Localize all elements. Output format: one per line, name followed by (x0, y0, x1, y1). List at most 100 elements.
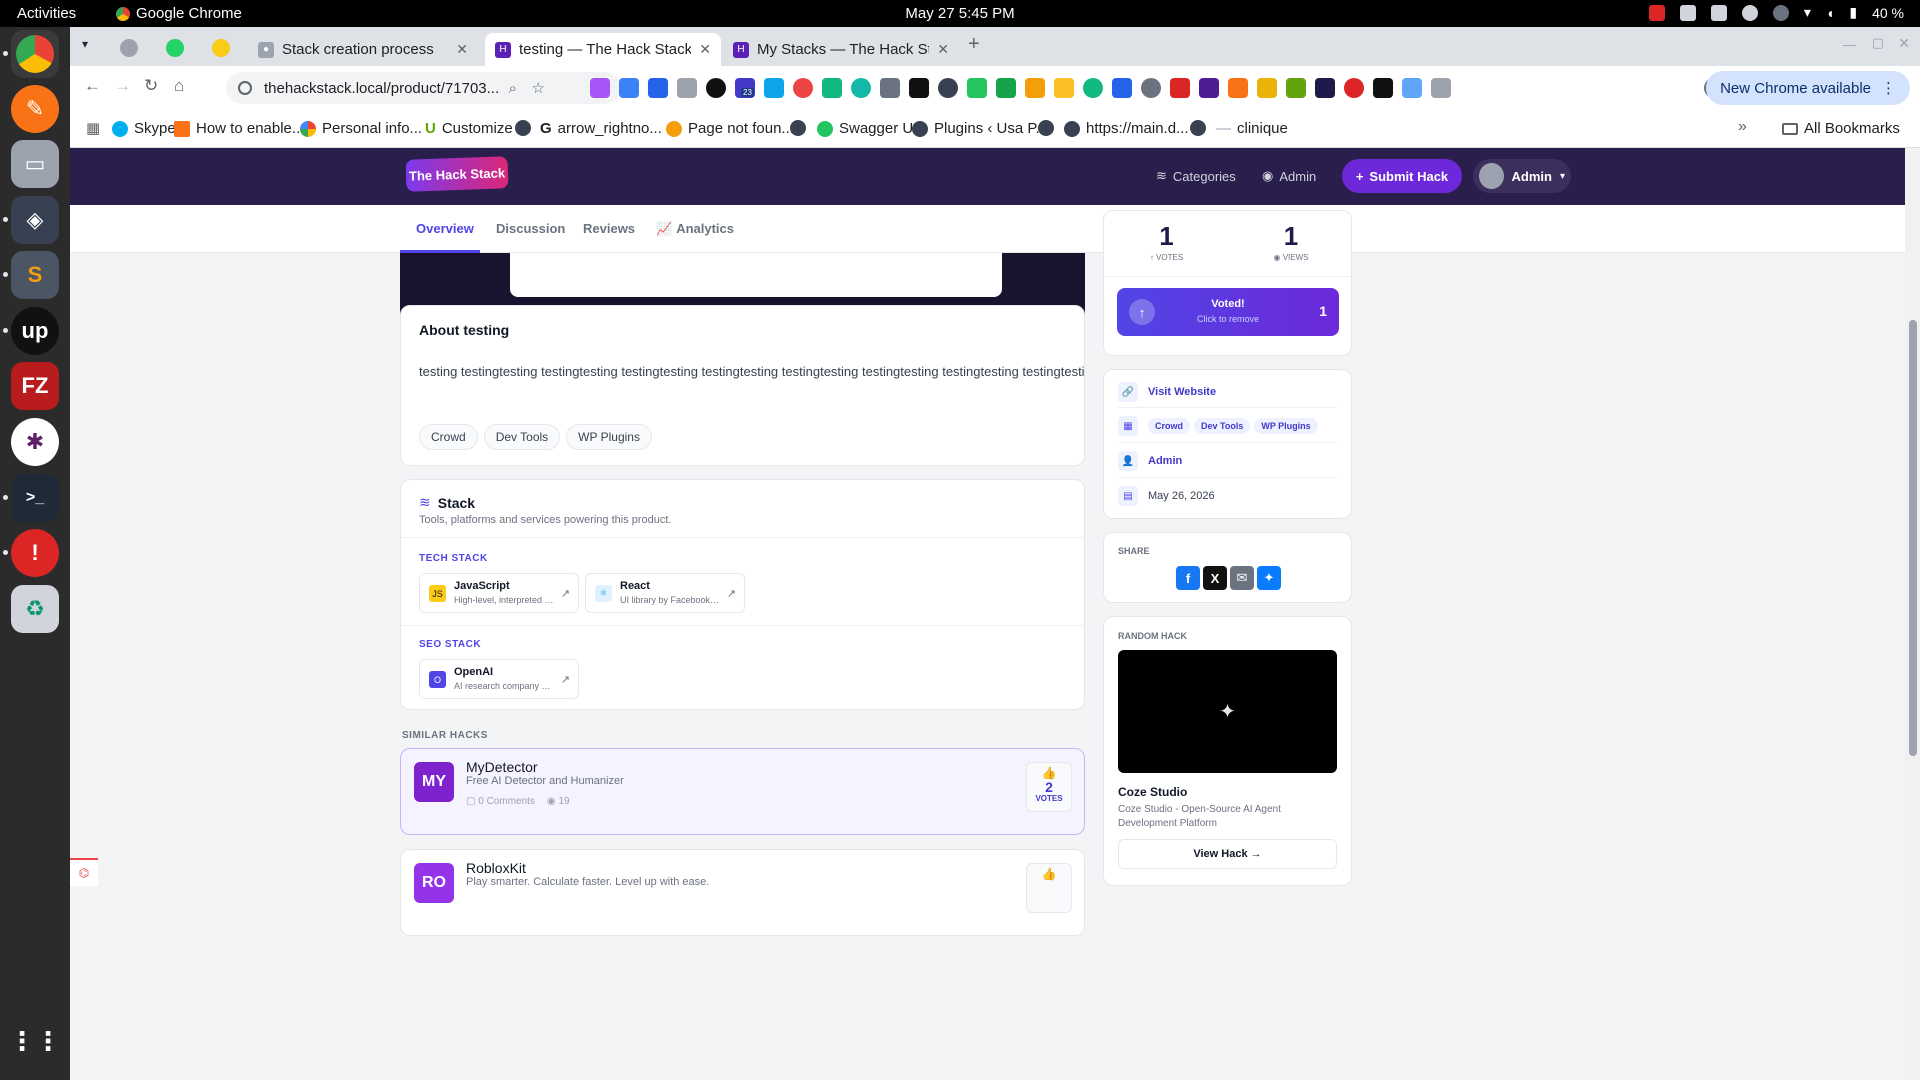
extension-ring-icon[interactable] (1141, 78, 1161, 98)
similar-hack-robloxkit[interactable]: RO RobloxKit Play smarter. Calculate fas… (400, 849, 1085, 936)
bookmark-globe-1[interactable] (515, 120, 537, 136)
new-tab-button[interactable]: + (968, 33, 980, 56)
tab-reviews[interactable]: Reviews (583, 221, 635, 236)
zoom-icon[interactable]: ⌕ (509, 80, 517, 97)
pinned-tab-whatsapp[interactable] (166, 39, 184, 57)
tag-crowd[interactable]: Crowd (419, 424, 478, 450)
messenger-icon[interactable]: ✦ (1257, 566, 1281, 590)
bookmark-page-not-found[interactable]: Page not foun... (666, 120, 794, 137)
tab-my-stacks[interactable]: H My Stacks — The Hack Stack ✕ (723, 33, 959, 66)
tab-testing[interactable]: H testing — The Hack Stack ✕ (485, 33, 721, 66)
tab-overview[interactable]: Overview (416, 221, 474, 236)
comments-count[interactable]: ▢ 0 Comments (466, 796, 535, 807)
hack-vote-button[interactable]: 👍 2 VOTES (1026, 762, 1072, 812)
reload-button[interactable]: ↻ (144, 76, 158, 96)
extension-m-icon[interactable] (1373, 78, 1393, 98)
extension-blue-icon[interactable] (764, 78, 784, 98)
back-button[interactable]: ← (84, 76, 101, 96)
tool-react[interactable]: ⚛ React UI library by Facebook f... ↗ (585, 573, 745, 613)
extension-camera-icon[interactable] (677, 78, 697, 98)
bookmark-globe-4[interactable] (1190, 120, 1212, 136)
tab-analytics[interactable]: 📈 Analytics (656, 221, 734, 237)
scrollbar-thumb[interactable] (1909, 320, 1917, 756)
hack-vote-button[interactable]: 👍 (1026, 863, 1072, 913)
bookmark-plugins[interactable]: Plugins ‹ Usa P... (912, 120, 1048, 137)
laravel-debug-icon[interactable]: ⌬ (70, 858, 98, 886)
visit-website-link[interactable]: 🔗 Visit Website (1118, 382, 1216, 402)
extension-amazon-icon[interactable] (1025, 78, 1045, 98)
new-chrome-available-button[interactable]: New Chrome available ⋮ (1706, 71, 1910, 105)
extension-circle-icon[interactable] (706, 78, 726, 98)
extension-gpt-icon[interactable] (851, 78, 871, 98)
extension-fx-icon[interactable] (909, 78, 929, 98)
home-button[interactable]: ⌂ (174, 76, 184, 96)
package-dock-icon[interactable]: ◈ (11, 196, 59, 244)
extension-f-icon[interactable] (648, 78, 668, 98)
close-tab-icon[interactable]: ✕ (937, 41, 949, 58)
tag-dev-tools[interactable]: Dev Tools (1194, 418, 1251, 434)
tool-javascript[interactable]: JS JavaScript High-level, interpreted s.… (419, 573, 579, 613)
extension-bracket-icon[interactable] (880, 78, 900, 98)
chrome-dock-icon[interactable] (11, 30, 59, 78)
alert-dock-icon[interactable]: ! (11, 529, 59, 577)
tab-search-icon[interactable]: ▾ (82, 37, 88, 51)
nav-admin[interactable]: ◉ Admin (1262, 168, 1316, 184)
user-menu[interactable]: Admin ▾ (1473, 159, 1571, 193)
bookmark-star-icon[interactable]: ☆ (532, 79, 545, 97)
bookmark-arrow-rightno[interactable]: Garrow_rightno... (540, 120, 662, 137)
submit-hack-button[interactable]: + Submit Hack (1342, 159, 1462, 193)
extension-shield-icon[interactable] (1083, 78, 1103, 98)
extension-n-icon[interactable] (822, 78, 842, 98)
pinned-tab-1[interactable] (120, 39, 138, 57)
extension-wand-icon[interactable] (1402, 78, 1422, 98)
minimize-window-button[interactable]: — (1843, 37, 1856, 52)
bookmark-personal-info[interactable]: Personal info... (300, 120, 422, 137)
site-info-icon[interactable] (238, 81, 252, 95)
voted-button[interactable]: ↑ Voted! Click to remove 1 (1117, 288, 1339, 336)
extension-doc-icon[interactable] (619, 78, 639, 98)
tab-discussion[interactable]: Discussion (496, 221, 565, 236)
nav-categories[interactable]: ≋ Categories (1156, 168, 1236, 184)
color-picker-dock-icon[interactable]: ✎ (11, 85, 59, 133)
page-scrollbar[interactable] (1905, 148, 1920, 1080)
app-grid-icon[interactable]: ⋮⋮ (9, 1017, 61, 1065)
extension-map-icon[interactable] (967, 78, 987, 98)
trash-dock-icon[interactable]: ♻ (11, 585, 59, 633)
tag-wp-plugins[interactable]: WP Plugins (1254, 418, 1318, 434)
view-hack-button[interactable]: View Hack → (1118, 839, 1337, 869)
extension-clock-icon[interactable] (938, 78, 958, 98)
bookmark-clinique[interactable]: — clinique (1216, 120, 1288, 137)
extension-house-icon[interactable]: 23 (735, 78, 755, 98)
extensions-puzzle-icon[interactable] (1431, 78, 1451, 98)
similar-hack-mydetector[interactable]: MY MyDetector Free AI Detector and Human… (400, 748, 1085, 835)
terminal-dock-icon[interactable]: >_ (11, 474, 59, 522)
close-tab-icon[interactable]: ✕ (456, 41, 468, 58)
extension-dark-icon[interactable] (1315, 78, 1335, 98)
filezilla-dock-icon[interactable]: FZ (11, 362, 59, 410)
sublime-dock-icon[interactable]: S (11, 251, 59, 299)
extension-pen-icon[interactable] (590, 78, 610, 98)
bookmark-skype[interactable]: Skype (112, 120, 176, 137)
email-icon[interactable]: ✉ (1230, 566, 1254, 590)
app-menu[interactable]: Google Chrome (116, 5, 242, 22)
tag-wp-plugins[interactable]: WP Plugins (566, 424, 652, 450)
extension-red-dot-icon[interactable] (1344, 78, 1364, 98)
bookmarks-overflow-icon[interactable]: » (1738, 118, 1747, 136)
bookmark-globe-3[interactable] (1038, 120, 1060, 136)
extension-x-icon[interactable] (1170, 78, 1190, 98)
extension-cross-icon[interactable] (1286, 78, 1306, 98)
bookmark-customize[interactable]: U Customize (425, 120, 513, 137)
extension-gear-icon[interactable] (1112, 78, 1132, 98)
extension-grid-icon[interactable] (1054, 78, 1074, 98)
upwork-dock-icon[interactable]: up (11, 307, 59, 355)
close-window-button[interactable]: ✕ (1898, 35, 1910, 52)
pinned-tab-bulb[interactable] (212, 39, 230, 57)
extension-sync-icon[interactable] (793, 78, 813, 98)
tool-openai[interactable]: O OpenAI AI research company an... ↗ (419, 659, 579, 699)
bookmark-how-to-enable[interactable]: How to enable... (174, 120, 304, 137)
system-tray[interactable]: ▾ ◖ ▮ 40 % (1648, 4, 1904, 21)
clock[interactable]: May 27 5:45 PM (0, 5, 1920, 22)
bookmark-swagger[interactable]: Swagger UI (817, 120, 917, 137)
author-link[interactable]: 👤 Admin (1118, 451, 1182, 471)
extension-fox-icon[interactable] (1228, 78, 1248, 98)
